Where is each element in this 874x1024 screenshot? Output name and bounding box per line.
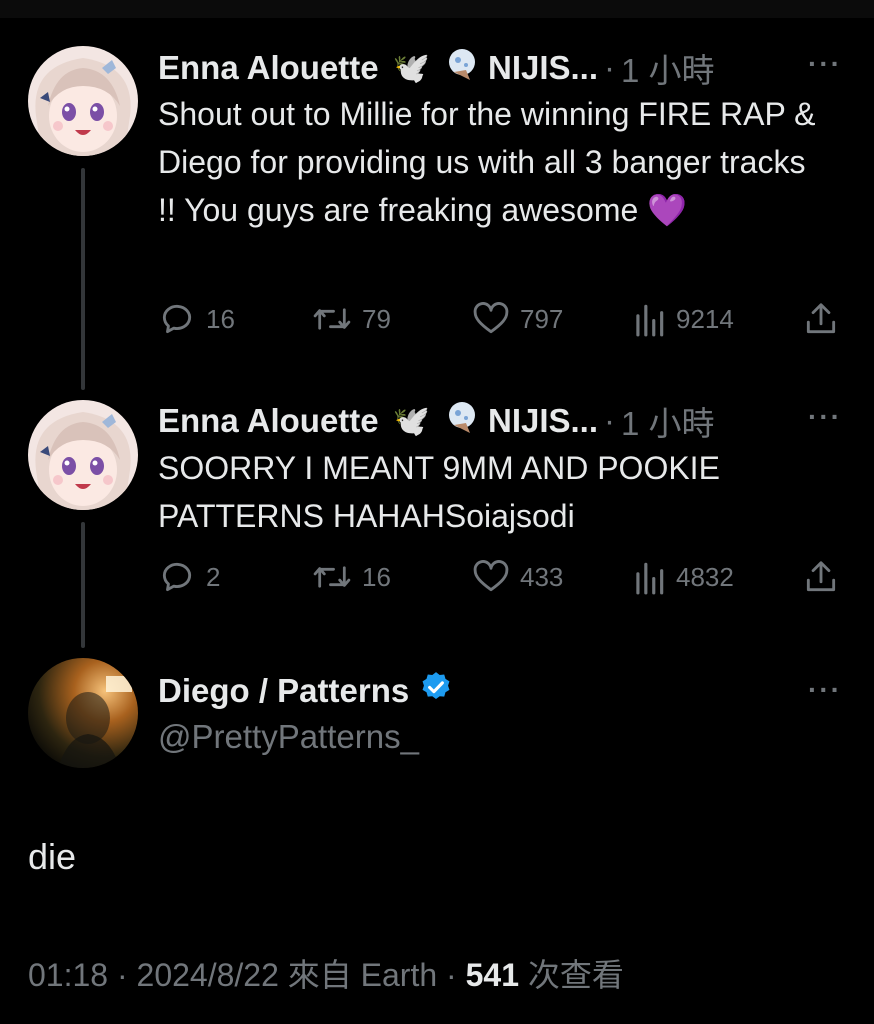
views-count: 541 bbox=[465, 957, 519, 993]
share-icon bbox=[806, 561, 836, 592]
reply-icon bbox=[162, 304, 192, 334]
retweet-count: 79 bbox=[362, 303, 391, 334]
retweet-button[interactable]: 16 bbox=[312, 558, 391, 596]
like-button[interactable]: 433 bbox=[472, 558, 563, 596]
author-name[interactable]: Diego / Patterns bbox=[158, 672, 409, 710]
meta-separator: · bbox=[446, 957, 457, 993]
tweet-time[interactable]: 1 小時 bbox=[621, 44, 715, 92]
share-icon bbox=[806, 303, 836, 334]
like-button[interactable]: 797 bbox=[472, 300, 563, 338]
moon-badge-icon bbox=[444, 46, 480, 90]
reply-button[interactable]: 2 bbox=[158, 558, 220, 596]
meta-separator: · bbox=[604, 49, 616, 86]
tweet-text: SOORRY I MEANT 9MM AND POOKIE PATTERNS H… bbox=[158, 450, 720, 534]
heart-icon bbox=[473, 302, 509, 334]
share-button[interactable] bbox=[802, 300, 840, 338]
author-name[interactable]: Enna Alouette bbox=[158, 402, 379, 440]
reply-count: 2 bbox=[206, 561, 221, 592]
more-options-icon[interactable]: ··· bbox=[808, 674, 842, 706]
tweet-source: 來自 Earth bbox=[287, 957, 438, 993]
reply-icon bbox=[162, 562, 192, 592]
tweet-header: Enna Alouette 🕊️ NIJIS... · 1 小時 bbox=[158, 44, 715, 92]
affiliation: NIJIS... bbox=[487, 49, 599, 86]
main-tweet-text: die bbox=[28, 836, 77, 877]
tweet-time[interactable]: 01:18 bbox=[28, 957, 108, 993]
avatar[interactable] bbox=[28, 400, 138, 510]
tweet-time[interactable]: 1 小時 bbox=[621, 397, 715, 445]
verified-badge-icon bbox=[419, 670, 453, 712]
retweet-icon bbox=[313, 308, 351, 330]
tweet-actions: 16 79 797 9214 bbox=[158, 300, 848, 340]
views-button[interactable]: 4832 bbox=[632, 558, 734, 596]
tweet-text: Shout out to Millie for the winning FIRE… bbox=[158, 96, 816, 228]
dove-icon: 🕊️ bbox=[392, 404, 430, 438]
tweet-header: Enna Alouette 🕊️ NIJIS... · 1 小時 bbox=[158, 397, 715, 445]
reply-count: 16 bbox=[206, 303, 235, 334]
views-label: 次查看 bbox=[527, 957, 624, 993]
author-name[interactable]: Enna Alouette bbox=[158, 49, 379, 87]
main-tweet-header: Diego / Patterns bbox=[158, 670, 453, 712]
tweet-date[interactable]: 2024/8/22 bbox=[137, 957, 279, 993]
retweet-icon bbox=[313, 566, 351, 588]
thread-line bbox=[81, 168, 85, 390]
heart-icon bbox=[473, 560, 509, 592]
reply-button[interactable]: 16 bbox=[158, 300, 235, 338]
views-button[interactable]: 9214 bbox=[632, 300, 734, 338]
meta-separator: · bbox=[604, 402, 616, 439]
affiliation: NIJIS... bbox=[487, 402, 599, 439]
retweet-button[interactable]: 79 bbox=[312, 300, 391, 338]
retweet-count: 16 bbox=[362, 561, 391, 592]
avatar[interactable] bbox=[28, 658, 138, 768]
share-button[interactable] bbox=[802, 558, 840, 596]
moon-badge-icon bbox=[444, 399, 480, 443]
more-options-icon[interactable]: ··· bbox=[808, 401, 842, 433]
views-icon bbox=[636, 304, 664, 337]
author-handle[interactable]: @PrettyPatterns_ bbox=[158, 718, 419, 756]
views-count: 9214 bbox=[676, 303, 734, 334]
views-icon bbox=[636, 562, 664, 595]
avatar[interactable] bbox=[28, 46, 138, 156]
like-count: 433 bbox=[520, 561, 564, 592]
meta-separator: · bbox=[116, 957, 128, 993]
views-count: 4832 bbox=[676, 561, 734, 592]
status-bar bbox=[0, 0, 874, 18]
like-count: 797 bbox=[520, 303, 564, 334]
more-options-icon[interactable]: ··· bbox=[808, 48, 842, 80]
tweet-footer: 01:18 · 2024/8/22 來自 Earth · 541 次查看 bbox=[28, 950, 624, 996]
dove-icon: 🕊️ bbox=[392, 51, 430, 85]
thread-line bbox=[81, 522, 85, 648]
tweet-actions: 2 16 433 4832 bbox=[158, 558, 848, 598]
